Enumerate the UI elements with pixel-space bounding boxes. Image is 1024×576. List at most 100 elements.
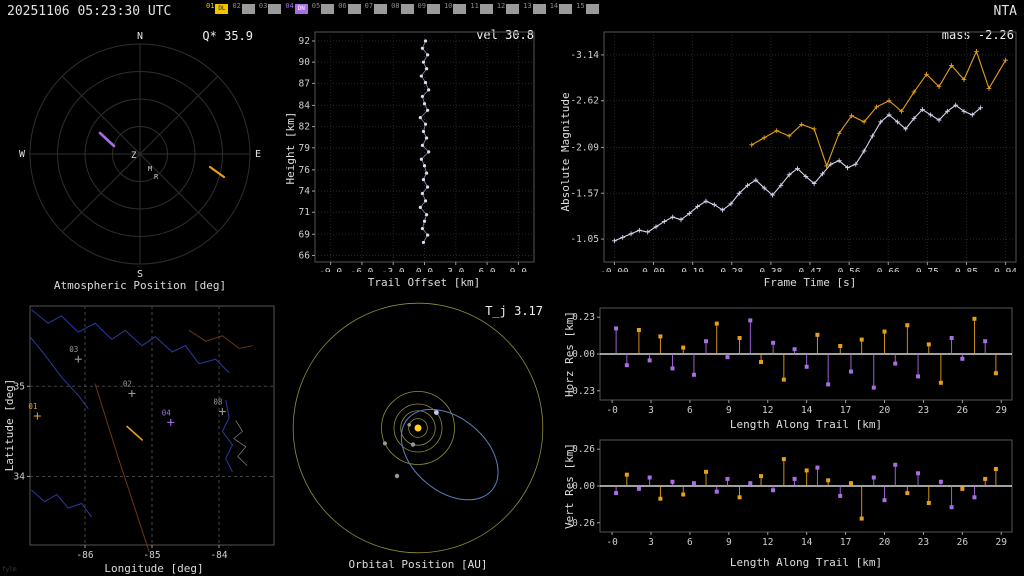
magnitude-x-axis-label: Frame Time [s] [700,276,920,289]
svg-text:-6.0: -6.0 [350,267,373,272]
svg-text:3.0: 3.0 [447,267,464,272]
station-indicator-07[interactable]: 07 [365,2,387,14]
station-indicator-10[interactable]: 10 [444,2,466,14]
station-status-box [401,4,414,14]
svg-text:90: 90 [299,57,311,68]
svg-text:29: 29 [996,405,1008,416]
station-indicator-04[interactable]: 04DN [285,2,307,14]
svg-text:-2.62: -2.62 [570,96,599,107]
station-id-label: 12 [497,2,505,14]
station-status-box [268,4,281,14]
svg-text:0.47: 0.47 [799,267,822,272]
station-indicator-05[interactable]: 05 [312,2,334,14]
station-indicator-03[interactable]: 03 [259,2,281,14]
residuals-plot: -0369121417202326290.230.00-0.23-0369121… [556,300,1024,576]
orbital-axis-label: Orbital Position [AU] [308,558,528,571]
station-id-label: 08 [391,2,399,14]
station-id-label: 01 [206,2,214,14]
svg-text:74: 74 [299,186,311,197]
svg-text:08: 08 [213,398,223,407]
svg-text:01: 01 [28,402,37,411]
svg-text:N: N [137,31,143,42]
svg-text:34: 34 [14,471,26,482]
longitude-axis-label: Longitude [deg] [32,562,276,575]
station-indicator-06[interactable]: 06 [338,2,360,14]
atmospheric-position-plot: NSEWZMR [0,22,280,280]
svg-text:M: M [148,165,152,173]
station-id-label: 04 [285,2,293,14]
svg-text:29: 29 [996,537,1008,548]
svg-text:23: 23 [918,405,929,416]
svg-text:0.00: 0.00 [572,481,595,492]
svg-text:79: 79 [299,143,311,154]
svg-text:Z: Z [131,151,137,161]
svg-text:-3.0: -3.0 [382,267,405,272]
station-indicator-13[interactable]: 13 [523,2,545,14]
svg-text:0.19: 0.19 [681,267,704,272]
station-status-box: DL [215,4,228,14]
station-status-box [348,4,361,14]
station-status-box [506,4,519,14]
utc-timestamp: 20251106 05:23:30 UTC [7,4,171,19]
svg-text:12: 12 [762,405,773,416]
svg-text:-85: -85 [143,550,160,558]
svg-text:3: 3 [648,537,654,548]
svg-text:87: 87 [299,78,310,89]
light-curve-plot: -0.000.090.190.280.380.470.560.660.750.8… [556,22,1024,272]
height-profile-plot: -9.0-6.0-3.00.03.06.09.09290878482797674… [282,22,554,272]
svg-text:17: 17 [840,537,851,548]
svg-text:E: E [255,149,261,160]
svg-text:04: 04 [162,408,172,417]
station-indicator-02[interactable]: 02 [232,2,254,14]
station-indicator-15[interactable]: 15 [576,2,598,14]
svg-text:6.0: 6.0 [478,267,495,272]
station-indicator-01[interactable]: 01DL [206,2,228,14]
svg-text:9: 9 [726,537,732,548]
station-id-label: 05 [312,2,320,14]
svg-text:76: 76 [299,165,311,176]
station-indicator-09[interactable]: 09 [418,2,440,14]
station-id-label: 11 [470,2,478,14]
station-id-label: 03 [259,2,267,14]
station-id-label: 07 [365,2,373,14]
svg-text:-0.23: -0.23 [566,386,595,397]
station-indicator-08[interactable]: 08 [391,2,413,14]
station-id-label: 06 [338,2,346,14]
svg-text:02: 02 [123,379,132,388]
station-status-box [242,4,255,14]
svg-text:-0.00: -0.00 [600,267,629,272]
station-status-box: DN [295,4,308,14]
station-id-label: 13 [523,2,531,14]
station-indicator-14[interactable]: 14 [550,2,572,14]
ground-map-plot: -86-85-8435340102030408 [0,300,280,558]
station-id-label: 02 [232,2,240,14]
network-label: NTA [994,4,1017,19]
station-indicator-12[interactable]: 12 [497,2,519,14]
svg-text:-9.0: -9.0 [319,267,342,272]
svg-text:-0.26: -0.26 [566,518,595,529]
svg-text:6: 6 [687,537,693,548]
watermark-text: fylm [2,566,16,573]
svg-text:0.38: 0.38 [759,267,782,272]
station-id-label: 15 [576,2,584,14]
svg-text:0.28: 0.28 [720,267,743,272]
station-status-row: 01DL 02 03 04DN 05 06 07 08 09 10 11 12 13 14 15 [206,2,603,14]
svg-text:14: 14 [801,537,813,548]
height-x-axis-label: Trail Offset [km] [314,276,534,289]
station-indicator-11[interactable]: 11 [470,2,492,14]
svg-text:84: 84 [299,100,311,111]
svg-text:82: 82 [299,122,310,133]
svg-text:-86: -86 [76,550,93,558]
svg-text:0.26: 0.26 [572,444,595,455]
svg-text:9.0: 9.0 [510,267,527,272]
station-status-box [533,4,546,14]
svg-text:03: 03 [69,345,78,354]
svg-text:0.09: 0.09 [642,267,665,272]
nta-meteor-dashboard: 20251106 05:23:30 UTC 01DL020304DN050607… [0,0,1024,576]
svg-text:-2.09: -2.09 [570,142,599,153]
station-id-label: 14 [550,2,558,14]
station-status-box [559,4,572,14]
station-status-box [374,4,387,14]
svg-text:6: 6 [687,405,693,416]
svg-text:23: 23 [918,537,929,548]
